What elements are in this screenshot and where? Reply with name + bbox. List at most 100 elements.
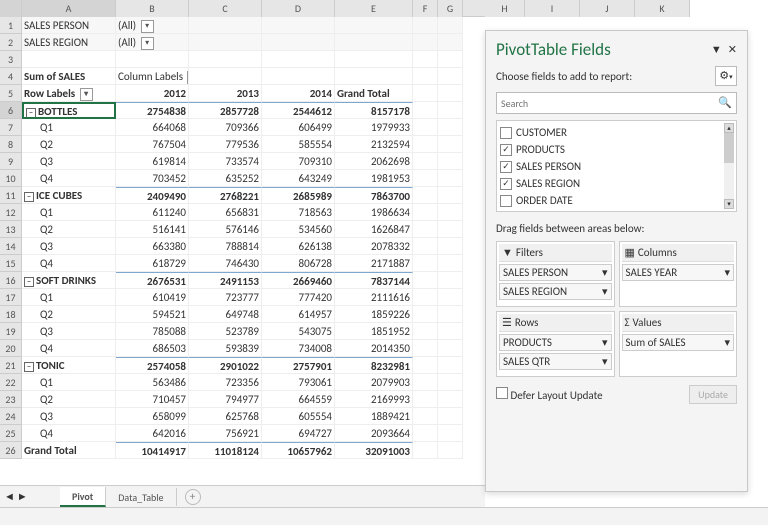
cell[interactable]: 718563 xyxy=(262,204,335,221)
cell[interactable]: 663380 xyxy=(116,238,189,255)
cell[interactable]: 2111616 xyxy=(335,289,413,306)
cell[interactable]: 793061 xyxy=(262,374,335,391)
cell[interactable]: 785088 xyxy=(116,323,189,340)
cell[interactable]: 2169993 xyxy=(335,391,413,408)
row-header[interactable]: 13 xyxy=(0,221,22,238)
cell[interactable]: 788814 xyxy=(189,238,262,255)
columns-area[interactable]: ▦Columns SALES YEAR▾ xyxy=(619,241,738,307)
checkbox[interactable]: ✓ xyxy=(500,144,512,156)
cell[interactable]: 709366 xyxy=(189,119,262,136)
quarter-label[interactable]: Q3 xyxy=(22,153,116,170)
cell[interactable]: 723777 xyxy=(189,289,262,306)
cell[interactable]: 2544612 xyxy=(262,102,335,119)
row-header[interactable]: 11 xyxy=(0,187,22,204)
cell[interactable]: 606499 xyxy=(262,119,335,136)
cell[interactable]: 779536 xyxy=(189,136,262,153)
dropdown-icon[interactable]: ▾ xyxy=(80,88,93,101)
tab-data-table[interactable]: Data_Table xyxy=(106,488,176,506)
cell[interactable]: 1859226 xyxy=(335,306,413,323)
cell[interactable]: 664068 xyxy=(116,119,189,136)
cell[interactable]: 1986634 xyxy=(335,204,413,221)
cell[interactable]: 625768 xyxy=(189,408,262,425)
row-header[interactable]: 2 xyxy=(0,34,22,51)
row-header[interactable]: 4 xyxy=(0,68,22,85)
chevron-down-icon[interactable]: ▾ xyxy=(602,355,608,368)
cell[interactable]: 686503 xyxy=(116,340,189,357)
quarter-label[interactable]: Q4 xyxy=(22,340,116,357)
col-J[interactable]: J xyxy=(580,0,635,17)
col-K[interactable]: K xyxy=(635,0,690,17)
cell[interactable]: 2079903 xyxy=(335,374,413,391)
filters-area[interactable]: ▼Filters SALES PERSON▾SALES REGION▾ xyxy=(496,241,615,307)
quarter-label[interactable]: Q4 xyxy=(22,170,116,187)
scrollbar[interactable]: ▴ ▾ xyxy=(724,123,734,209)
group-header[interactable]: −BOTTLES xyxy=(22,102,116,119)
cell[interactable]: 734008 xyxy=(262,340,335,357)
area-pill[interactable]: SALES REGION▾ xyxy=(499,283,612,300)
cell[interactable]: 618729 xyxy=(116,255,189,272)
cell[interactable]: 1626847 xyxy=(335,221,413,238)
cell[interactable]: 642016 xyxy=(116,425,189,442)
filter-value[interactable]: (All) ▾ xyxy=(116,17,189,34)
collapse-icon[interactable]: − xyxy=(24,277,34,287)
checkbox[interactable]: ✓ xyxy=(500,161,512,173)
cell[interactable]: 767504 xyxy=(116,136,189,153)
cell[interactable]: 8157178 xyxy=(335,102,413,119)
field-item[interactable]: ✓PRODUCTS xyxy=(500,141,733,158)
cell[interactable]: 7863700 xyxy=(335,187,413,204)
scroll-down-icon[interactable]: ▾ xyxy=(724,199,734,209)
tab-nav[interactable]: ◄► xyxy=(0,490,60,503)
cell[interactable]: 594521 xyxy=(116,306,189,323)
cell[interactable]: 635252 xyxy=(189,170,262,187)
col-C[interactable]: C xyxy=(189,0,262,17)
cell[interactable]: 543075 xyxy=(262,323,335,340)
row-header[interactable]: 25 xyxy=(0,425,22,442)
col-F[interactable]: F xyxy=(413,0,438,17)
col-I[interactable]: I xyxy=(525,0,580,17)
cell[interactable]: 2078332 xyxy=(335,238,413,255)
chevron-down-icon[interactable]: ▾ xyxy=(724,266,730,279)
cell[interactable]: 2491153 xyxy=(189,272,262,289)
update-button[interactable]: Update xyxy=(689,385,737,404)
chevron-down-icon[interactable]: ▾ xyxy=(602,336,608,349)
cell[interactable]: 2685989 xyxy=(262,187,335,204)
cell[interactable]: 610419 xyxy=(116,289,189,306)
area-pill[interactable]: Sum of SALES▾ xyxy=(622,334,735,351)
row-header[interactable]: 19 xyxy=(0,323,22,340)
column-labels[interactable]: Column Labels ▾ xyxy=(116,68,189,85)
cell[interactable]: 523789 xyxy=(189,323,262,340)
cell[interactable]: 2574058 xyxy=(116,357,189,374)
col-D[interactable]: D xyxy=(262,0,335,17)
row-header[interactable]: 5 xyxy=(0,85,22,102)
quarter-label[interactable]: Q1 xyxy=(22,204,116,221)
quarter-label[interactable]: Q3 xyxy=(22,323,116,340)
cell[interactable]: 1851952 xyxy=(335,323,413,340)
cell[interactable]: 694727 xyxy=(262,425,335,442)
add-sheet-button[interactable]: + xyxy=(185,489,201,505)
row-header[interactable]: 18 xyxy=(0,306,22,323)
chevron-down-icon[interactable]: ▾ xyxy=(602,266,608,279)
panel-dropdown-icon[interactable]: ▼ xyxy=(711,43,722,56)
row-header[interactable]: 20 xyxy=(0,340,22,357)
cell[interactable]: 563486 xyxy=(116,374,189,391)
cell[interactable]: 2676531 xyxy=(116,272,189,289)
cell[interactable]: 658099 xyxy=(116,408,189,425)
scroll-thumb[interactable] xyxy=(724,133,734,163)
row-header[interactable]: 23 xyxy=(0,391,22,408)
checkbox[interactable] xyxy=(500,127,512,139)
quarter-label[interactable]: Q3 xyxy=(22,408,116,425)
field-item[interactable]: CUSTOMER xyxy=(500,124,733,141)
area-pill[interactable]: PRODUCTS▾ xyxy=(499,334,612,351)
row-header[interactable]: 1 xyxy=(0,17,22,34)
cell[interactable]: 733574 xyxy=(189,153,262,170)
row-header[interactable]: 8 xyxy=(0,136,22,153)
quarter-label[interactable]: Q1 xyxy=(22,119,116,136)
row-header[interactable]: 16 xyxy=(0,272,22,289)
cell[interactable]: 585554 xyxy=(262,136,335,153)
quarter-label[interactable]: Q3 xyxy=(22,238,116,255)
group-header[interactable]: −TONIC xyxy=(22,357,116,374)
cell[interactable]: 656831 xyxy=(189,204,262,221)
cell[interactable]: 2409490 xyxy=(116,187,189,204)
row-header[interactable]: 21 xyxy=(0,357,22,374)
cell[interactable]: 649748 xyxy=(189,306,262,323)
